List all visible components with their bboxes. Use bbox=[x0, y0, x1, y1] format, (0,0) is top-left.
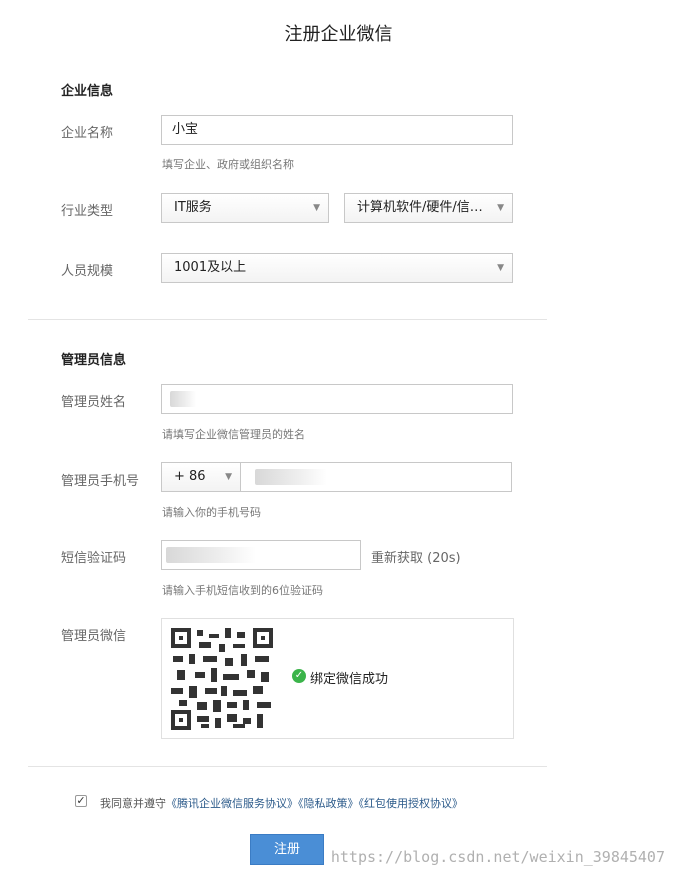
sms-code-label: 短信验证码 bbox=[61, 551, 127, 566]
redacted-text bbox=[166, 547, 256, 563]
chevron-down-icon: ▼ bbox=[497, 203, 504, 213]
resend-sms-button[interactable]: 重新获取 (20s) bbox=[371, 547, 461, 566]
qr-finder bbox=[171, 710, 191, 730]
section-divider bbox=[28, 766, 547, 767]
company-size-value: 1001及以上 bbox=[174, 260, 247, 275]
redacted-text bbox=[255, 469, 327, 485]
admin-section-heading: 管理员信息 bbox=[61, 353, 127, 368]
company-name-hint: 填写企业、政府或组织名称 bbox=[162, 158, 294, 171]
sms-code-input[interactable] bbox=[161, 540, 361, 570]
qr-finder bbox=[171, 628, 191, 648]
admin-wechat-label: 管理员微信 bbox=[61, 629, 127, 644]
service-agreement-link[interactable]: 《腾讯企业微信服务协议》 bbox=[166, 797, 298, 810]
company-name-label: 企业名称 bbox=[61, 126, 114, 141]
admin-name-input[interactable] bbox=[161, 384, 513, 414]
section-divider bbox=[28, 319, 547, 320]
red-packet-agreement-link[interactable]: 《红包使用授权协议》 bbox=[359, 797, 464, 810]
chevron-down-icon: ▼ bbox=[313, 203, 320, 213]
page-title: 注册企业微信 bbox=[284, 24, 393, 45]
register-button[interactable]: 注册 bbox=[250, 834, 324, 865]
country-code-value: + 86 bbox=[174, 469, 206, 484]
industry-label: 行业类型 bbox=[61, 204, 114, 219]
industry-secondary-value: 计算机软件/硬件/信… bbox=[357, 200, 483, 215]
agreement-text: 我同意并遵守《腾讯企业微信服务协议》《隐私政策》《红包使用授权协议》 bbox=[100, 795, 463, 811]
sms-code-hint: 请输入手机短信收到的6位验证码 bbox=[162, 584, 323, 597]
company-name-input[interactable]: 小宝 bbox=[161, 115, 513, 145]
company-size-label: 人员规模 bbox=[61, 264, 114, 279]
qr-finder bbox=[253, 628, 273, 648]
wechat-bind-panel: ✓ 绑定微信成功 bbox=[161, 618, 514, 739]
industry-primary-value: IT服务 bbox=[174, 200, 212, 215]
admin-phone-hint: 请输入你的手机号码 bbox=[162, 506, 261, 519]
watermark-text: https://blog.csdn.net/weixin_39845407 bbox=[330, 848, 665, 866]
agreement-prefix: 我同意并遵守 bbox=[100, 797, 166, 810]
chevron-down-icon: ▼ bbox=[497, 263, 504, 273]
admin-phone-input[interactable] bbox=[240, 462, 512, 492]
check-circle-icon: ✓ bbox=[292, 669, 306, 683]
company-size-select[interactable]: 1001及以上 ▼ bbox=[161, 253, 513, 283]
admin-name-label: 管理员姓名 bbox=[61, 395, 127, 410]
bind-status-text: 绑定微信成功 bbox=[310, 672, 389, 687]
privacy-policy-link[interactable]: 《隐私政策》 bbox=[298, 797, 359, 810]
admin-name-hint: 请填写企业微信管理员的姓名 bbox=[162, 428, 305, 441]
redacted-text bbox=[170, 391, 196, 407]
company-section-heading: 企业信息 bbox=[61, 84, 114, 99]
country-code-select[interactable]: + 86 ▼ bbox=[161, 462, 241, 492]
agreement-checkbox[interactable]: ✓ bbox=[75, 795, 87, 807]
admin-phone-label: 管理员手机号 bbox=[61, 474, 140, 489]
qr-code-image bbox=[171, 628, 273, 730]
industry-primary-select[interactable]: IT服务 ▼ bbox=[161, 193, 329, 223]
chevron-down-icon: ▼ bbox=[225, 472, 232, 482]
industry-secondary-select[interactable]: 计算机软件/硬件/信… ▼ bbox=[344, 193, 513, 223]
